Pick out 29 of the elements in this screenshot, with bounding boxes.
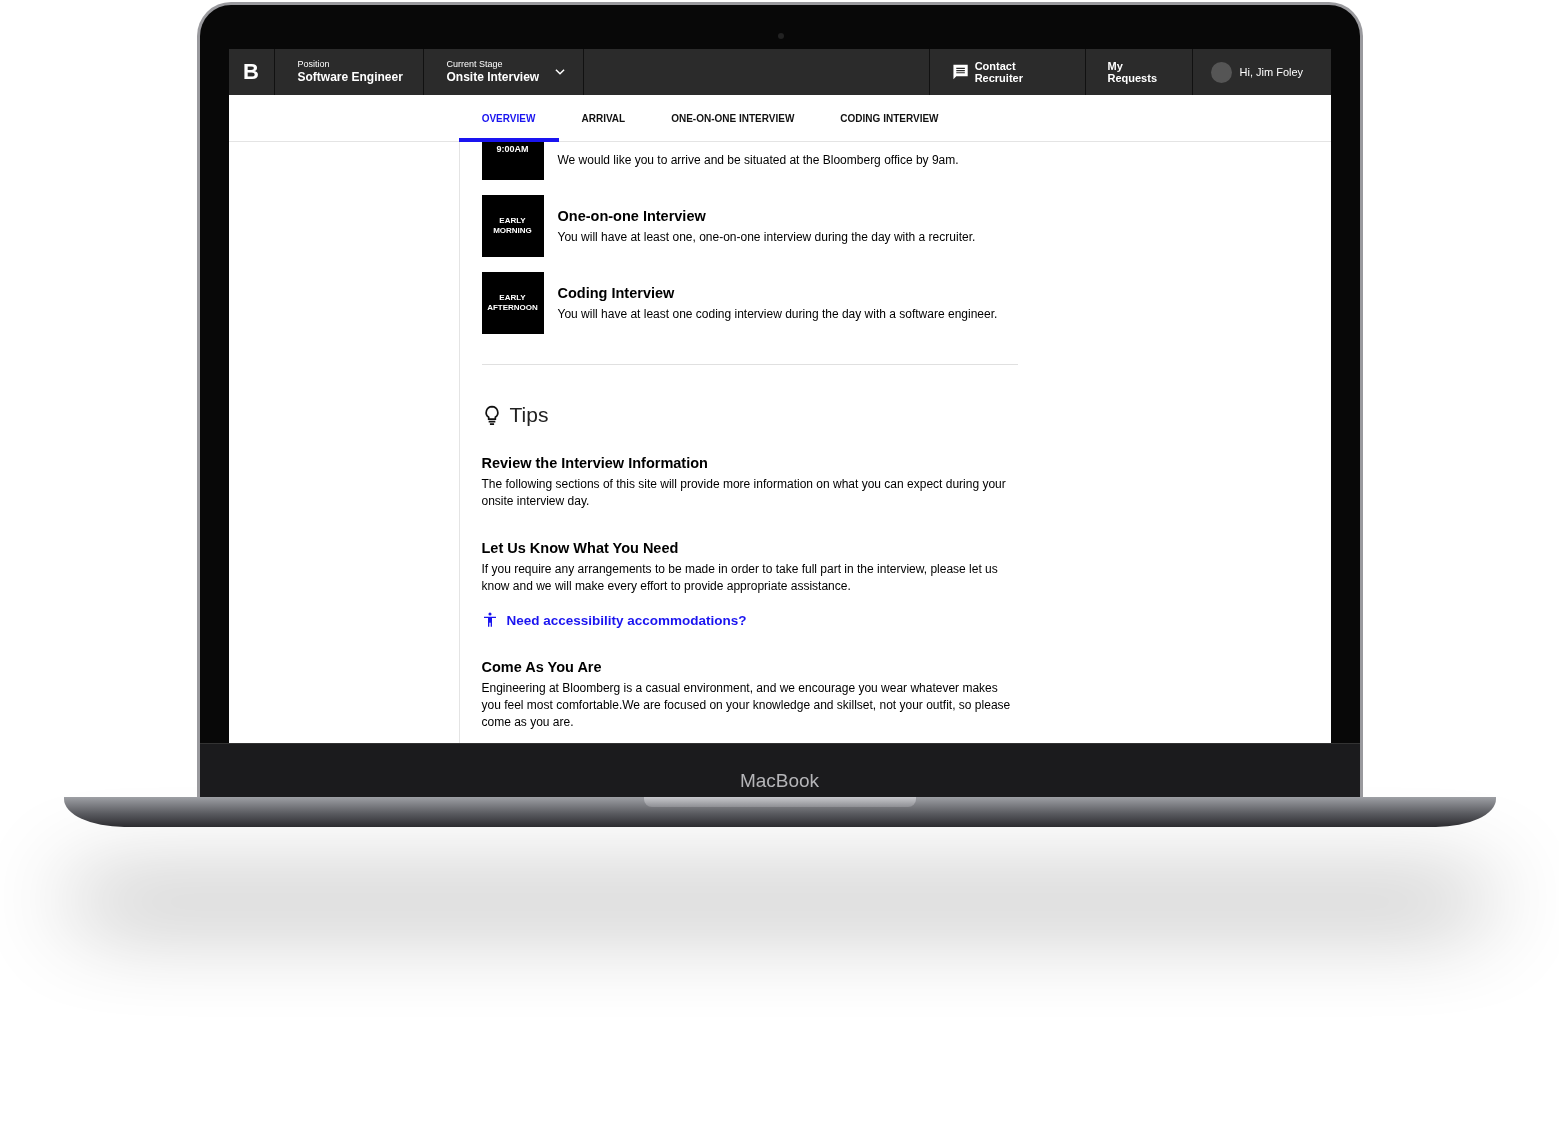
- field-value: Software Engineer: [297, 70, 403, 85]
- chat-icon: [951, 63, 969, 81]
- field-label: Position: [297, 59, 330, 70]
- tip-title: Come As You Are: [481, 659, 603, 675]
- time-badge: EARLY AFTERNOON: [481, 272, 544, 334]
- tip-text: Engineering at Bloomberg is a casual environment, and we encourage you wear whatever makes you feel most comfortable.We are focused on your knowledge and skillset, not your outfit, so please come as you are.: [481, 680, 1012, 731]
- event-title: Coding Interview: [557, 285, 676, 301]
- event-title: One-on-one Interview: [557, 208, 707, 224]
- nav-link[interactable]: Hi, Jim Foley: [1192, 49, 1331, 95]
- camera-dot: [777, 33, 784, 39]
- event-description: We would like you to arrive and be situated at the Bloomberg office by 9am.: [557, 153, 959, 167]
- time-badge: 9:00AM: [481, 142, 544, 180]
- tip-title: Review the Interview Information: [481, 455, 709, 471]
- device-label: MacBook: [199, 743, 1360, 797]
- tab[interactable]: ARRIVAL: [558, 95, 649, 142]
- tip-text: The following sections of this site will provide more information on what you can expect during your onsite interview day.: [481, 476, 1007, 510]
- tab[interactable]: CODING INTERVIEW: [817, 95, 962, 142]
- section-heading: Tips: [509, 403, 549, 427]
- tip-title: Let Us Know What You Need: [481, 540, 680, 556]
- tab[interactable]: ONE-ON-ONE INTERVIEW: [648, 95, 818, 142]
- dropdown-label: Current Stage: [446, 59, 504, 70]
- avatar: [1210, 61, 1232, 83]
- time-badge: EARLY MORNING: [481, 195, 544, 257]
- accessibility-icon: [481, 611, 498, 629]
- event-description: You will have at least one, one-on-one interview during the day with a recruiter.: [557, 230, 976, 244]
- dropdown-value: Onsite Interview: [446, 70, 540, 85]
- event-description: You will have at least one coding interview during the day with a software engineer.: [557, 307, 998, 321]
- tip-text: If you require any arrangements to be made in order to take full part in the interview, please let us know and we will make every effort to provide appropriate assistance.: [481, 561, 999, 595]
- accessibility-link[interactable]: Need accessibility accommodations?: [506, 612, 747, 628]
